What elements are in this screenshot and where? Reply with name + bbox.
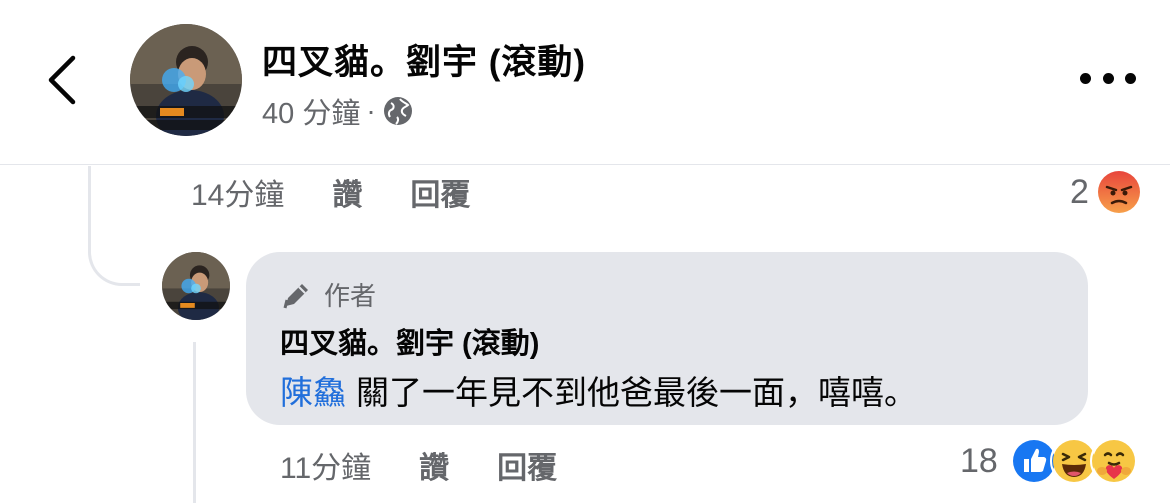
mention-link[interactable]: 陳鱻 xyxy=(280,374,346,411)
reaction-count: 18 xyxy=(960,441,998,480)
more-dot xyxy=(1125,72,1136,84)
avatar-image xyxy=(162,252,230,320)
page-avatar[interactable] xyxy=(130,24,242,136)
post-meta: 40 分鐘 · xyxy=(262,90,414,132)
author-badge-label: 作者 xyxy=(324,281,377,311)
reaction-count: 2 xyxy=(1070,172,1089,211)
parent-reactions[interactable]: 2 xyxy=(1070,168,1143,216)
thread-line xyxy=(193,342,196,503)
post-time[interactable]: 40 分鐘 xyxy=(262,90,360,132)
reply-button[interactable]: 回覆 xyxy=(410,170,470,214)
reply-actions: 11分鐘 讚 回覆 xyxy=(280,443,605,487)
reply-author-avatar[interactable] xyxy=(162,252,230,320)
reply-author-name[interactable]: 四叉貓。劉宇 (滾動) xyxy=(280,320,539,362)
like-button[interactable]: 讚 xyxy=(419,443,449,487)
reply-body: 關了一年見不到他爸最後一面，嘻嘻。 xyxy=(356,374,917,411)
post-header: 四叉貓。劉宇 (滾動) 40 分鐘 · xyxy=(0,0,1170,165)
pencil-icon xyxy=(283,283,308,308)
like-button[interactable]: 讚 xyxy=(332,170,362,214)
more-options-button[interactable] xyxy=(1080,64,1136,92)
more-dot xyxy=(1102,72,1114,84)
meta-separator: · xyxy=(366,95,376,126)
globe-icon xyxy=(383,97,412,125)
angry-emoji-icon xyxy=(1094,168,1143,216)
back-button[interactable] xyxy=(38,50,86,110)
reply-text: 陳鱻 關了一年見不到他爸最後一面，嘻嘻。 xyxy=(280,366,917,414)
reply-button[interactable]: 回覆 xyxy=(497,443,557,487)
chevron-left-icon xyxy=(48,55,76,105)
thread-connector xyxy=(88,166,140,286)
author-badge: 作者 xyxy=(280,276,376,313)
page-name[interactable]: 四叉貓。劉宇 (滾動) xyxy=(262,34,586,85)
avatar-image xyxy=(130,24,242,136)
reply-bubble[interactable]: 作者 四叉貓。劉宇 (滾動) 陳鱻 關了一年見不到他爸最後一面，嘻嘻。 xyxy=(246,252,1088,425)
parent-comment-actions: 14分鐘 讚 回覆 xyxy=(191,170,518,214)
more-horizontal-icon xyxy=(1080,72,1091,84)
comment-time[interactable]: 11分鐘 xyxy=(280,443,371,487)
care-emoji-icon xyxy=(1089,437,1138,485)
comment-time[interactable]: 14分鐘 xyxy=(191,170,284,214)
reply-reactions[interactable]: 18 xyxy=(960,437,1138,485)
